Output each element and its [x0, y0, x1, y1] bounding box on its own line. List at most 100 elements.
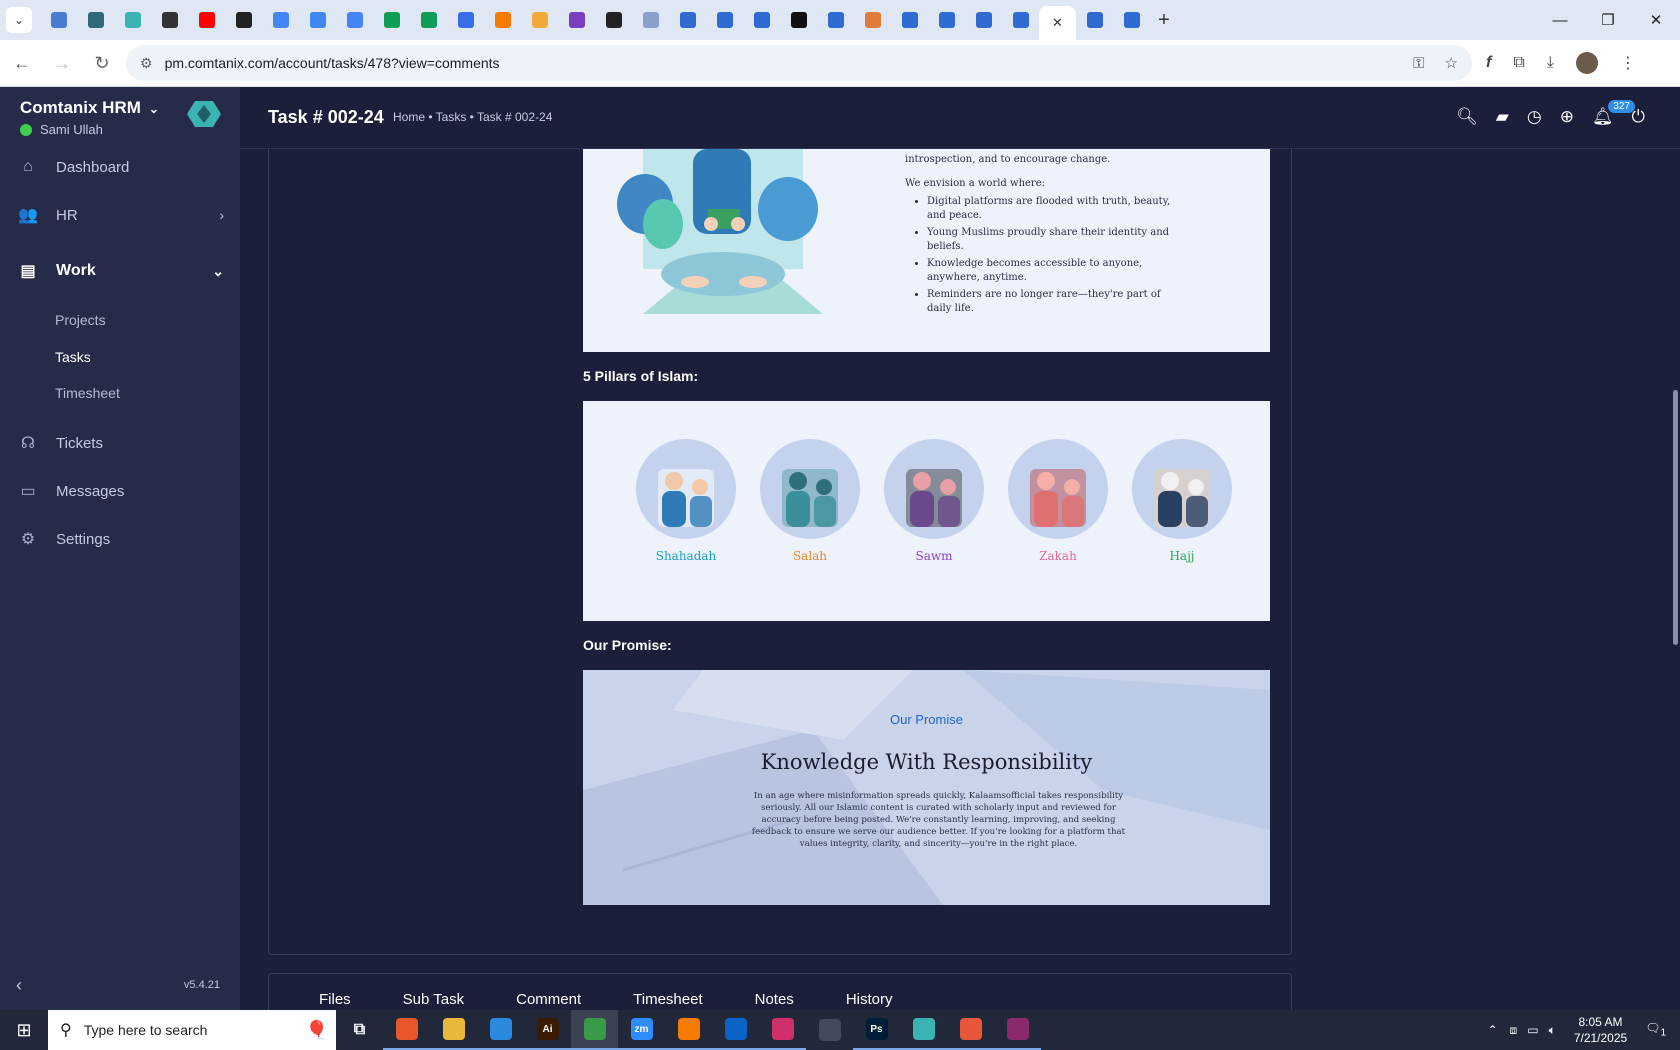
taskbar-app[interactable] — [806, 1010, 853, 1050]
sidebar-subitem-timesheet[interactable]: Timesheet — [55, 385, 120, 401]
browser-tab[interactable] — [854, 5, 891, 35]
tab-search-dropdown[interactable]: ⌄ — [6, 7, 32, 33]
taskbar-app[interactable] — [947, 1010, 994, 1050]
volume-icon[interactable]: 🔈︎ — [1549, 1023, 1556, 1038]
tab-notes[interactable]: Notes — [755, 991, 794, 1010]
browser-tab[interactable] — [225, 5, 262, 35]
taskbar-app[interactable] — [383, 1010, 430, 1050]
taskbar-app[interactable]: ⧉ — [336, 1010, 383, 1050]
close-tab-icon[interactable]: ✕ — [1052, 15, 1063, 31]
app-icon — [531, 12, 548, 28]
url-text[interactable]: pm.comtanix.com/account/tasks/478?view=c… — [165, 55, 1394, 71]
collapse-sidebar-icon[interactable]: ‹ — [16, 975, 22, 996]
browser-tab[interactable] — [40, 5, 77, 35]
sidebar-item-hr[interactable]: 👥 HR › — [0, 200, 240, 230]
sidebar-item-tickets[interactable]: ☊ Tickets — [0, 428, 240, 458]
omnibox[interactable]: ⚙ pm.comtanix.com/account/tasks/478?view… — [126, 45, 1472, 81]
sticky-note-icon[interactable]: ▰ — [1496, 107, 1509, 127]
browser-tab[interactable] — [891, 5, 928, 35]
browser-tab[interactable] — [447, 5, 484, 35]
taskbar-app[interactable] — [477, 1010, 524, 1050]
taskbar-app[interactable] — [759, 1010, 806, 1050]
taskbar-app[interactable] — [430, 1010, 477, 1050]
brand-dropdown[interactable]: Comtanix HRM ⌄ — [20, 98, 159, 118]
reload-button[interactable]: ↻ — [84, 45, 120, 81]
browser-tab[interactable] — [262, 5, 299, 35]
browser-tab[interactable] — [817, 5, 854, 35]
browser-tab[interactable] — [780, 5, 817, 35]
restore-button[interactable]: ❐ — [1584, 0, 1632, 40]
breadcrumb[interactable]: Home • Tasks • Task # 002-24 — [393, 110, 552, 124]
forward-button[interactable]: → — [44, 45, 80, 81]
sidebar-item-dashboard[interactable]: ⌂ Dashboard — [0, 152, 240, 182]
browser-tab[interactable] — [1076, 5, 1113, 35]
clock-icon[interactable]: ◷ — [1527, 107, 1542, 127]
download-icon[interactable]: ⤓ — [1547, 54, 1554, 72]
taskbar-app[interactable] — [994, 1010, 1041, 1050]
network-icon[interactable]: ⧈ — [1510, 1023, 1518, 1038]
chevron-up-icon[interactable]: ⌃ — [1488, 1023, 1498, 1037]
display-icon[interactable]: ▭ — [1527, 1023, 1538, 1037]
browser-tab[interactable] — [1002, 5, 1039, 35]
bookmark-star-icon[interactable]: ☆ — [1445, 54, 1458, 72]
tab-timesheet[interactable]: Timesheet — [633, 991, 702, 1010]
browser-tab[interactable] — [114, 5, 151, 35]
taskbar-app[interactable]: Ps — [853, 1010, 900, 1050]
app-logo-icon[interactable] — [187, 97, 221, 131]
active-browser-tab[interactable]: ✕ — [1039, 6, 1076, 40]
chrome-menu-icon[interactable]: ⋮ — [1620, 53, 1636, 73]
browser-tab[interactable] — [410, 5, 447, 35]
tab-history[interactable]: History — [846, 991, 893, 1010]
sidebar-subitem-tasks[interactable]: Tasks — [55, 349, 91, 365]
windows-start-icon[interactable]: ⊞ — [0, 1010, 48, 1050]
fx-extension-icon[interactable]: f — [1486, 54, 1491, 72]
taskbar-app[interactable]: zm — [618, 1010, 665, 1050]
new-tab-button[interactable]: + — [1150, 9, 1178, 32]
browser-tab[interactable] — [336, 5, 373, 35]
browser-tab[interactable] — [484, 5, 521, 35]
scrollbar-thumb[interactable] — [1673, 390, 1678, 645]
notification-center-icon[interactable]: 🗨︎1 — [1645, 1021, 1666, 1038]
browser-tab[interactable] — [595, 5, 632, 35]
taskbar-clock[interactable]: 8:05 AM 7/21/2025 — [1574, 1014, 1627, 1046]
pillar-item: Shahadah — [636, 439, 736, 563]
browser-tab[interactable] — [558, 5, 595, 35]
tab-files[interactable]: Files — [319, 991, 351, 1010]
browser-tab[interactable] — [521, 5, 558, 35]
browser-tab[interactable] — [151, 5, 188, 35]
taskbar-app[interactable]: Ai — [524, 1010, 571, 1050]
browser-tab[interactable] — [299, 5, 336, 35]
brand-name: Comtanix HRM — [20, 98, 141, 117]
close-window-button[interactable]: ✕ — [1632, 0, 1680, 40]
site-info-icon[interactable]: ⚙ — [140, 55, 153, 72]
add-circle-icon[interactable]: ⊕ — [1560, 107, 1574, 127]
browser-tab[interactable] — [1113, 5, 1150, 35]
sidebar-item-label: Tickets — [56, 434, 103, 452]
back-button[interactable]: ← — [4, 45, 40, 81]
browser-tab[interactable] — [706, 5, 743, 35]
taskbar-app[interactable] — [712, 1010, 759, 1050]
password-key-icon[interactable]: ⚿ — [1413, 55, 1424, 72]
search-icon[interactable]: 🔍︎ — [1456, 107, 1478, 127]
browser-tab[interactable] — [373, 5, 410, 35]
sidebar-subitem-projects[interactable]: Projects — [55, 312, 106, 328]
browser-tab[interactable] — [928, 5, 965, 35]
sidebar-item-messages[interactable]: ▭ Messages — [0, 476, 240, 506]
extensions-puzzle-icon[interactable]: ⧉ — [1513, 54, 1524, 72]
browser-tab[interactable] — [743, 5, 780, 35]
taskbar-search[interactable]: ⚲ Type here to search 🎈 — [48, 1010, 336, 1050]
tab-comment[interactable]: Comment — [516, 991, 581, 1010]
profile-avatar[interactable] — [1575, 52, 1598, 74]
sidebar-item-settings[interactable]: ⚙ Settings — [0, 524, 240, 554]
browser-tab[interactable] — [632, 5, 669, 35]
browser-tab[interactable] — [669, 5, 706, 35]
taskbar-app[interactable] — [571, 1010, 618, 1050]
taskbar-app[interactable] — [900, 1010, 947, 1050]
taskbar-app[interactable] — [665, 1010, 712, 1050]
minimize-button[interactable]: — — [1536, 0, 1584, 40]
browser-tab[interactable] — [188, 5, 225, 35]
browser-tab[interactable] — [77, 5, 114, 35]
browser-tab[interactable] — [965, 5, 1002, 35]
sidebar-item-work[interactable]: ▤ Work ⌄ — [0, 256, 240, 286]
tab-sub-task[interactable]: Sub Task — [403, 991, 464, 1010]
